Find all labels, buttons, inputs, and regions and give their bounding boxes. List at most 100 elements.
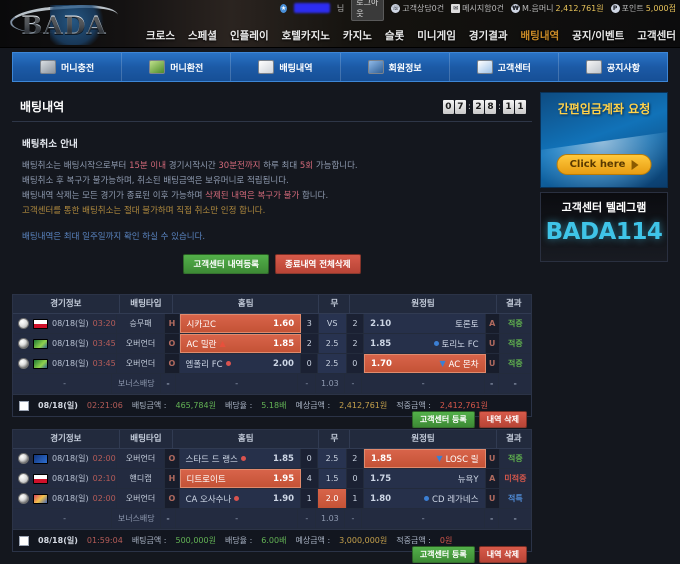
league-logo-icon — [33, 453, 48, 464]
subnav-item-3[interactable]: 회원정보 — [341, 53, 450, 81]
nav-item-6[interactable]: 미니게임 — [417, 28, 456, 43]
subnav-item-0[interactable]: 머니충전 — [13, 53, 123, 81]
subnav-item-2[interactable]: 배팅내역 — [231, 53, 341, 81]
register-history-button[interactable]: 고객센터 내역등록 — [183, 254, 269, 274]
hit-label: 적중금액 : — [396, 536, 431, 545]
baseball-ball-icon — [18, 473, 29, 484]
slip-checkbox[interactable] — [19, 535, 29, 546]
slip-actions: 고객센터 등록 내역 삭제 — [411, 546, 527, 563]
draw-cell[interactable]: 2.5 — [318, 449, 347, 468]
away-team-cell[interactable]: 1.85 ▼ LOSC 릴 — [363, 449, 486, 468]
baseball-ball-icon — [18, 318, 29, 329]
slip-register-button[interactable]: 고객센터 등록 — [411, 411, 475, 428]
bet-type-cell: 오버언더 — [116, 354, 166, 373]
league-logo-icon — [33, 473, 48, 484]
subnav-item-1[interactable]: 머니환전 — [122, 53, 232, 81]
nav-item-2[interactable]: 인플레이 — [230, 28, 269, 43]
main-nav: 크로스 스페셜 인플레이 호텔카지노 카지노 슬롯 미니게임 경기결과 배팅내역 공지/이벤트 고객… — [146, 28, 680, 43]
notice-l1-a: 배팅취소는 배팅시작으로부터 — [22, 161, 130, 171]
away-odds: 2.10 — [370, 318, 392, 329]
draw-cell[interactable]: 2.5 — [318, 334, 347, 353]
nav-item-9[interactable]: 공지/이벤트 — [572, 28, 624, 43]
draw-cell[interactable]: 2.5 — [318, 354, 347, 373]
nav-item-7[interactable]: 경기결과 — [469, 28, 508, 43]
bet-type-cell: 오버언더 — [116, 449, 166, 468]
nav-item-3[interactable]: 호텔카지노 — [282, 28, 330, 43]
soccer-ball-icon — [18, 338, 29, 349]
money-exchange-icon — [149, 60, 166, 74]
slip-delete-button[interactable]: 내역 삭제 — [478, 411, 527, 428]
home-team-name: CA 오사수나 — [185, 494, 232, 505]
nav-item-5[interactable]: 슬롯 — [385, 28, 404, 43]
logout-button[interactable]: 로그아웃 — [351, 0, 385, 21]
th-away: 원정팀 — [350, 429, 497, 449]
home-team-cell[interactable]: 엠폴리 FC 2.00 — [179, 354, 301, 373]
clock-digit-2: 2 — [472, 99, 484, 114]
subnav-item-4[interactable]: 고객센터 — [450, 53, 559, 81]
slip-summary: 08/18(일) 01:59:04 배팅금액 : 500,000원 배당율 : 6.00배… — [13, 529, 531, 563]
home-score: 4 — [301, 469, 319, 488]
nav-item-4[interactable]: 카지노 — [343, 28, 372, 43]
status-dot-red-icon — [234, 496, 240, 501]
notice-line-2: 배팅취소 후 복구가 불가능하며, 취소된 배팅금액은 보유머니로 적립됩니다. — [22, 176, 289, 186]
nav-item-0[interactable]: 크로스 — [146, 28, 175, 43]
draw-cell[interactable]: 2.0 — [318, 489, 347, 508]
home-team-name-wrap: CA 오사수나 — [186, 493, 240, 505]
draw-cell[interactable]: 1.5 — [318, 469, 347, 488]
draw-cell[interactable]: VS — [318, 314, 347, 333]
home-team-cell[interactable]: 스타드 드 랭스 1.85 — [179, 449, 301, 468]
delete-all-button[interactable]: 종료내역 전체삭제 — [275, 254, 361, 274]
site-logo[interactable]: BADA — [8, 2, 120, 46]
away-team-cell[interactable]: 2.10 토론토 — [364, 314, 486, 333]
subnav-label: 회원정보 — [388, 63, 422, 74]
slip-delete-button[interactable]: 내역 삭제 — [478, 546, 527, 563]
banner2-title: 고객센터 텔레그램 — [561, 201, 647, 214]
home-pick-cell: O — [165, 489, 180, 508]
result-cell: 적중 — [499, 449, 531, 468]
notice-actions: 고객센터 내역등록 종료내역 전체삭제 — [22, 254, 522, 274]
home-pick-cell: O — [165, 449, 180, 468]
slip-register-button[interactable]: 고객센터 등록 — [411, 546, 475, 563]
match-info-cell: 08/18(일) 03:45 — [13, 334, 117, 353]
bet-amount-value: 500,000원 — [175, 536, 216, 545]
home-team-cell[interactable]: 디트로이트 1.95 — [179, 469, 302, 488]
point-label: 포인트 — [621, 3, 644, 13]
home-team-cell[interactable]: AC 밀란 ▲ 1.85 — [179, 334, 302, 353]
bonus-away-score: - — [344, 374, 363, 393]
away-team-cell[interactable]: 1.85 토리노 FC — [364, 334, 486, 353]
consult-status[interactable]: ☏ 고객상담0건 — [391, 3, 444, 14]
bet-row: 08/18(일) 02:00 오버언더 O CA 오사수나 1.90 1 2.0 1 1.80 CD… — [13, 489, 531, 509]
bonus-info-cell: - — [13, 509, 113, 528]
deposit-request-banner[interactable]: 간편입금계좌 요청 Click here — [540, 92, 668, 188]
th-draw: 무 — [319, 429, 351, 449]
bonus-home-cell: - — [175, 509, 299, 528]
slip-checkbox[interactable] — [19, 400, 29, 411]
home-team-name: 엠폴리 FC — [185, 359, 223, 370]
home-team-cell[interactable]: CA 오사수나 1.90 — [179, 489, 302, 508]
nav-item-8[interactable]: 배팅내역 — [521, 28, 560, 43]
bonus-odds: 1.03 — [316, 374, 345, 393]
match-time: 03:45 — [92, 359, 116, 368]
soccer-ball-icon — [18, 493, 29, 504]
nav-item-1[interactable]: 스페셜 — [188, 28, 217, 43]
th-home: 홈팀 — [173, 294, 320, 314]
away-odds: 1.85 — [370, 338, 392, 349]
telegram-banner[interactable]: 고객센터 텔레그램 BADA114 — [540, 192, 668, 262]
away-team-name: CD 레가네스 — [432, 494, 479, 505]
away-team-cell[interactable]: 1.75 뉴욕Y — [364, 469, 486, 488]
slip-date: 08/18(일) — [38, 401, 78, 410]
point-status[interactable]: P 포인트 5,000점 — [610, 3, 676, 14]
home-score: 0 — [300, 354, 319, 373]
home-team-name: 시카고C — [186, 319, 216, 330]
bet-slip: 경기정보 배팅타입 홈팀 무 원정팀 결과 08/18(일) 03:20 승무패 H 시카고C 1.6… — [12, 294, 532, 428]
away-team-cell[interactable]: 1.80 CD 레가네스 — [364, 489, 486, 508]
money-status[interactable]: ₩ M.음머니 2,412,761원 — [511, 3, 604, 14]
home-team-cell[interactable]: 시카고C 1.60 — [179, 314, 302, 333]
away-team-name-wrap: ▼ AC 몬차 — [439, 358, 478, 370]
bet-table-header: 경기정보 배팅타입 홈팀 무 원정팀 결과 — [13, 429, 531, 449]
click-here-button[interactable]: Click here — [556, 154, 652, 175]
nav-item-10[interactable]: 고객센터 — [637, 28, 676, 43]
message-status[interactable]: ✉ 메시지함0건 — [451, 3, 504, 14]
away-team-cell[interactable]: 1.70 ▼ AC 몬차 — [363, 354, 486, 373]
subnav-item-5[interactable]: 공지사항 — [559, 53, 667, 81]
